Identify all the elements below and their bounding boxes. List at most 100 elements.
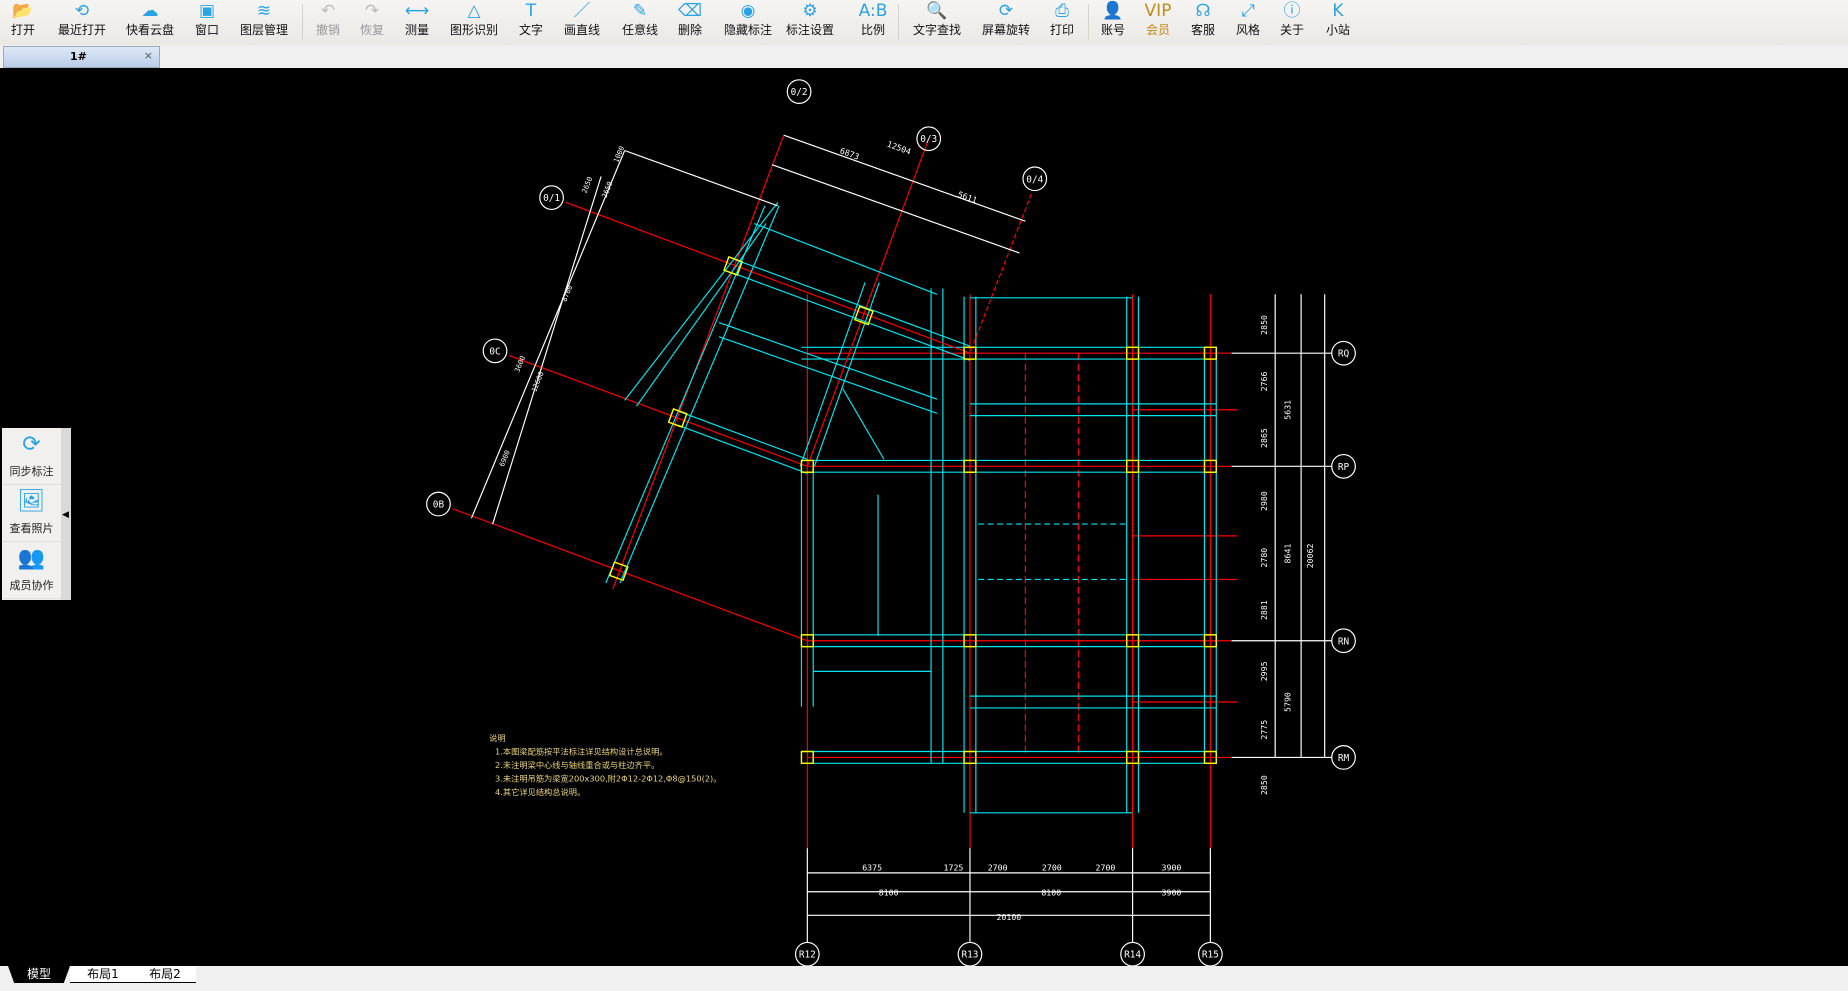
account-icon: 👤: [1102, 1, 1124, 21]
toolbar-button-19[interactable]: 👤 账号: [1101, 0, 1125, 45]
dimension-text: 2850: [1259, 775, 1269, 795]
toolbar-button-label: 比例: [860, 23, 886, 37]
axis-bubble-right-label: RQ: [1338, 349, 1350, 360]
document-tab[interactable]: 1# ×: [3, 46, 160, 68]
toolbar-button-7[interactable]: ⟷ 测量: [405, 0, 429, 45]
toolbar-button-16[interactable]: 🔍 文字查找: [913, 0, 961, 45]
site-k-icon: K: [1332, 1, 1344, 21]
dimension-text: 2700: [1042, 863, 1062, 873]
text-icon: T: [525, 1, 537, 21]
axis-bubble-skew-left-label: 0B: [433, 500, 445, 511]
axis-bubble-skew-top-label: 0/3: [920, 134, 937, 145]
toolbar-button-12[interactable]: ⌫ 删除: [678, 0, 702, 45]
toolbar-button-22[interactable]: ⤢ 风格: [1236, 0, 1260, 45]
tab-model[interactable]: 模型: [8, 966, 70, 983]
skew-axis-line: [612, 134, 785, 590]
toolbar-button-14[interactable]: ⚙ 标注设置: [786, 0, 834, 45]
skew-beam-edge: [732, 258, 971, 347]
toolbar-button-21[interactable]: ☊ 客服: [1191, 0, 1215, 45]
toolbar-button-11[interactable]: ✎ 任意线: [622, 0, 658, 45]
sync-icon: ⟳: [22, 432, 41, 457]
toolbar-button-0[interactable]: 📂 打开: [11, 0, 35, 45]
skew-beam-edge: [619, 205, 780, 584]
tab-layout2[interactable]: 布局2: [134, 966, 196, 983]
skew-beam-edge: [754, 223, 938, 295]
axis-bubble-right-label: RM: [1338, 753, 1350, 764]
toolbar-button-label: 图层管理: [239, 23, 289, 37]
cloud-icon: ☁: [141, 1, 159, 21]
toolbar-button-23[interactable]: ⓘ 关于: [1280, 0, 1304, 45]
toolbar-button-1[interactable]: ⟲ 最近打开: [58, 0, 106, 45]
info-icon: ⓘ: [1283, 1, 1301, 21]
dimension-text: 2865: [1259, 428, 1269, 448]
side-panel-label: 成员协作: [9, 579, 54, 592]
dimension-text: 20062: [1305, 543, 1315, 568]
dimension-text: 2780: [1259, 548, 1269, 568]
dimension-text: 1000: [611, 145, 626, 164]
axis-bubble-right-label: RN: [1338, 636, 1350, 647]
drawing-note: 2.未注明梁中心线与轴线重合或与柱边齐平。: [495, 760, 659, 770]
folder-icon: 📂: [12, 1, 34, 21]
skew-beam-edge: [635, 223, 767, 407]
eraser-icon: ⌫: [677, 1, 703, 21]
toolbar-separator: [1088, 4, 1089, 40]
dimension-text: 2881: [1259, 600, 1269, 620]
side-panel-button-2[interactable]: 👥 成员协作: [2, 542, 61, 599]
text-search-icon: 🔍: [926, 1, 948, 21]
axis-bubble-skew-left-label: 0C: [489, 346, 500, 357]
toolbar-button-5[interactable]: ↶ 撤销: [316, 0, 340, 45]
axis-bubble-bottom-label: R14: [1124, 950, 1141, 961]
toolbar-button-3[interactable]: ▣ 窗口: [195, 0, 219, 45]
side-panel-button-0[interactable]: ⟳ 同步标注: [2, 428, 61, 485]
cad-drawing[interactable]: R12 R13 R14 R15RQRPRNRM0/20/30/40/10C0B6873…: [0, 68, 1848, 966]
toolbar-button-label: 撤销: [315, 23, 341, 37]
layout-tabs: 模型 布局1 布局2: [0, 966, 1848, 991]
toolbar-button-17[interactable]: ⟳ 屏幕旋转: [982, 0, 1030, 45]
toolbar-button-20[interactable]: VIP 会员: [1145, 0, 1172, 45]
toolbar-button-label: 打印: [1049, 23, 1075, 37]
dimension-text: 6375: [862, 863, 882, 873]
dimension-text: 5631: [1283, 400, 1293, 420]
tab-label: 布局2: [149, 967, 181, 981]
axis-bubble-bottom-label: R13: [961, 950, 978, 961]
toolbar-button-2[interactable]: ☁ 快看云盘: [126, 0, 174, 45]
dimension-text: 12504: [886, 139, 913, 157]
toolbar-button-24[interactable]: K 小站: [1326, 0, 1350, 45]
toolbar-button-8[interactable]: △ 图形识别: [450, 0, 498, 45]
dimension-line: [771, 164, 1020, 254]
dimension-text: 2995: [1259, 661, 1269, 681]
close-icon[interactable]: ×: [144, 49, 153, 62]
toolbar-button-13[interactable]: ◉ 隐藏标注: [724, 0, 772, 45]
axis-bubble-skew-top-label: 0/4: [1026, 174, 1043, 185]
toolbar-button-label: 文字: [518, 23, 544, 37]
side-panel-button-1[interactable]: 🖼 查看照片: [2, 485, 61, 542]
annotation-settings-icon: ⚙: [802, 1, 818, 21]
toolbar-button-10[interactable]: ／ 画直线: [564, 0, 600, 45]
pen-icon: ✎: [632, 1, 648, 21]
print-icon: ⎙: [1055, 1, 1069, 21]
skew-beam-edge: [624, 201, 779, 401]
hide-eye-icon: ◉: [740, 1, 756, 21]
toolbar-button-9[interactable]: T 文字: [519, 0, 543, 45]
side-panel: ⟳ 同步标注 🖼 查看照片 👥 成员协作: [2, 428, 71, 600]
undo-icon: ↶: [320, 1, 336, 21]
toolbar-button-6[interactable]: ↷ 恢复: [360, 0, 384, 45]
drawing-canvas[interactable]: R12 R13 R14 R15 RQ RP RN RM 0/2 0/3 0/4 0/1 0C 0B 6873…: [0, 68, 1848, 966]
toolbar-button-4[interactable]: ≋ 图层管理: [240, 0, 288, 45]
dimension-text: 8700: [560, 284, 575, 303]
dimension-text: 8641: [1283, 544, 1293, 564]
style-icon: ⤢: [1241, 1, 1255, 21]
tab-layout1[interactable]: 布局1: [70, 966, 136, 983]
line-icon: ／: [573, 1, 591, 21]
axis-bubble-bottom-label: R12: [799, 950, 816, 961]
side-panel-label: 查看照片: [9, 522, 54, 535]
toolbar-separator: [302, 4, 303, 40]
shape-recognize-icon: △: [467, 1, 481, 21]
document-tab-bar: 1# ×: [0, 45, 1848, 68]
tab-label: 模型: [26, 967, 51, 981]
collapse-panel-icon[interactable]: ◀: [62, 510, 69, 520]
toolbar-button-18[interactable]: ⎙ 打印: [1050, 0, 1074, 45]
toolbar-button-15[interactable]: A:B 比例: [859, 0, 888, 45]
dimension-text: 2980: [1259, 491, 1269, 511]
dimension-text: 5790: [1283, 692, 1293, 712]
